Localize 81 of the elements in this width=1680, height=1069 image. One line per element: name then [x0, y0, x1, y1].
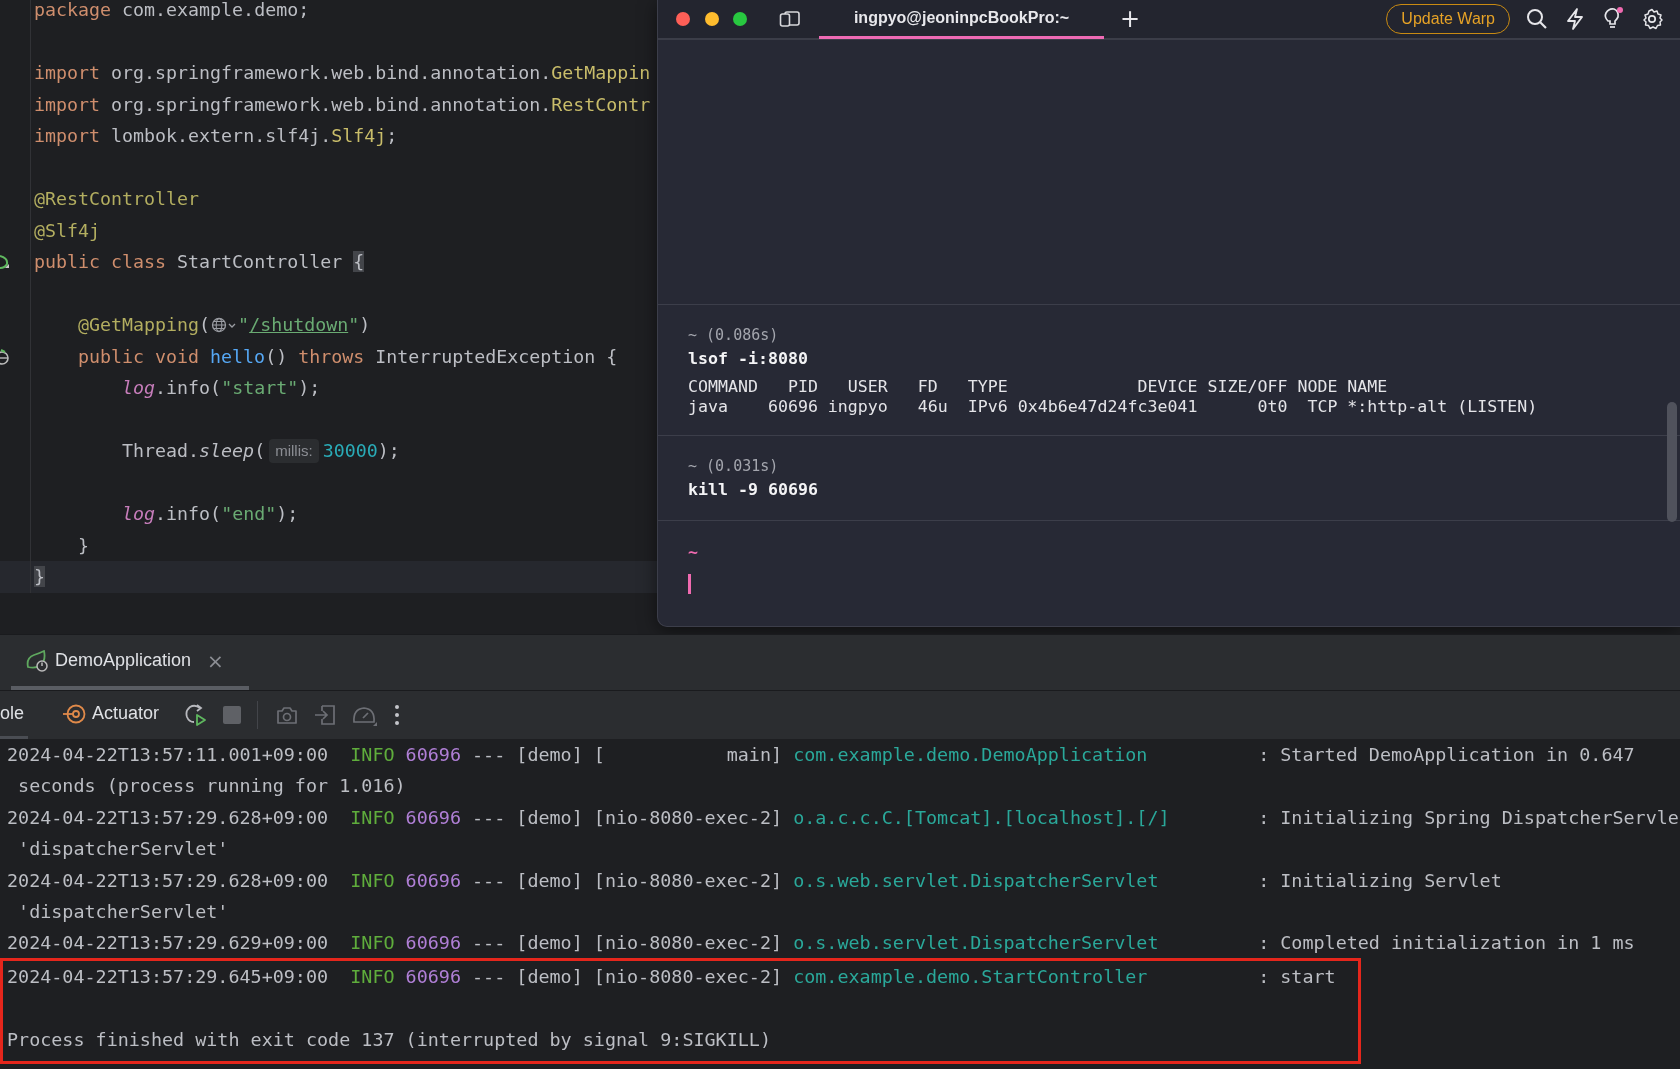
code-text: package com.example.demo; [34, 0, 310, 22]
exit-message: Process finished with exit code 137 (interrupted by signal 9:SIGKILL) [7, 1028, 771, 1050]
maximize-button[interactable] [733, 12, 747, 26]
code-text: @GetMapping( [78, 313, 211, 337]
text-cursor [688, 574, 691, 594]
log-text: 'dispatcherServlet' [18, 838, 229, 860]
log-timestamp: 2024-04-22T13:57:11.001+09:00 [7, 744, 329, 765]
new-tab-button[interactable]: + [1116, 5, 1145, 33]
close-button[interactable]: × [207, 648, 224, 673]
process-id: 60696 [405, 744, 461, 765]
code-text: 30000); [322, 439, 400, 463]
command-text: kill -9 60696 [688, 479, 819, 501]
log-message: : Initializing Spring DispatcherServle [1258, 806, 1679, 828]
logger-name[interactable]: o.s.web.servlet.DispatcherServlet [793, 932, 1159, 954]
log-level: INFO [350, 744, 395, 765]
logger-name[interactable]: o.s.web.servlet.DispatcherServlet [793, 869, 1159, 891]
globe-icon[interactable] [0, 347, 9, 366]
log-level: INFO [350, 869, 395, 891]
process-id: 60696 [405, 932, 461, 954]
spring-run-icon [25, 649, 49, 672]
more-icon[interactable] [394, 704, 401, 726]
log-text: seconds (process running for 1.016) [18, 775, 406, 797]
code-text: import org.springframework.web.bind.annotation.GetMappin [34, 61, 651, 85]
terminal-tab[interactable]: ingpyo@jeoninpcBookPro:~ [819, 0, 1104, 39]
search-icon[interactable] [1526, 8, 1548, 30]
panels-icon[interactable] [779, 10, 801, 28]
process-id: 60696 [405, 869, 461, 891]
log-text: 'dispatcherServlet' [18, 900, 229, 922]
command-duration: ~ (0.031s) [688, 456, 780, 477]
code-text: } [78, 533, 90, 558]
close-button[interactable] [676, 12, 690, 26]
code-text: "/shutdown") [238, 313, 371, 337]
code-text: import lombok.extern.slf4j.Slf4j; [34, 124, 398, 148]
logger-name[interactable]: o.a.c.c.C.[Tomcat].[localhost].[/] [793, 806, 1170, 828]
prompt-symbol: ~ [688, 542, 698, 564]
log-timestamp: 2024-04-22T13:57:29.629+09:00 [7, 932, 329, 954]
log-timestamp: 2024-04-22T13:57:29.628+09:00 [7, 869, 329, 891]
code-text: public void hello() throws InterruptedException { [78, 344, 618, 369]
log-thread: --- [demo] [nio-8080-exec-2] [472, 965, 783, 987]
globe-menu-icon[interactable] [211, 315, 238, 334]
command-text: lsof -i:8080 [688, 348, 809, 370]
log-thread: --- [demo] [nio-8080-exec-2] [472, 869, 783, 891]
code-text: @RestController [34, 187, 200, 211]
process-id: 60696 [405, 806, 461, 828]
inlay-hint: millis: [269, 438, 319, 463]
log-timestamp: 2024-04-22T13:57:29.628+09:00 [7, 806, 329, 828]
rerun-icon[interactable] [183, 703, 208, 727]
command-duration: ~ (0.086s) [688, 325, 780, 346]
code-text: log.info("start"); [122, 376, 321, 400]
lightning-icon[interactable] [1565, 8, 1585, 30]
lightbulb-icon[interactable] [1602, 7, 1624, 31]
settings-icon[interactable] [1641, 8, 1663, 30]
log-level: INFO [350, 806, 395, 828]
log-message: : Completed initialization in 1 ms [1258, 932, 1635, 954]
log-thread: --- [demo] [ main] [472, 744, 783, 765]
minimize-button[interactable] [704, 12, 719, 26]
log-thread: --- [demo] [nio-8080-exec-2] [472, 806, 783, 828]
gauge-icon[interactable] [352, 704, 379, 726]
code-text: public class StartController { [34, 250, 365, 274]
process-id: 60696 [405, 965, 461, 987]
code-text: log.info("end"); [122, 502, 299, 526]
log-level: INFO [350, 965, 395, 987]
camera-icon[interactable] [276, 705, 299, 725]
command-output: java 60696 ingpyo 46u IPv6 0x4b6e47d24fc3e041 0t0 TCP *:http-alt (LISTEN) [688, 397, 1539, 417]
code-text: } [34, 565, 45, 589]
sign-in-icon[interactable] [314, 704, 337, 726]
tool-tab[interactable]: Actuator [54, 691, 168, 739]
logger-name[interactable]: com.example.demo.DemoApplication [793, 744, 1148, 765]
log-message: : start [1258, 965, 1336, 987]
code-text: Thread.sleep( [122, 439, 266, 463]
bean-icon[interactable] [0, 253, 9, 271]
log-thread: --- [demo] [nio-8080-exec-2] [472, 932, 783, 954]
log-message: : Started DemoApplication in 0.647 [1258, 744, 1635, 765]
log-level: INFO [350, 932, 395, 954]
command-output: COMMAND PID USER FD TYPE DEVICE SIZE/OFF NODE NAME [688, 377, 1389, 397]
code-text: import org.springframework.web.bind.annotation.RestContr [34, 92, 651, 117]
log-message: : Initializing Servlet [1258, 869, 1502, 891]
scrollbar[interactable] [1667, 402, 1677, 522]
log-timestamp: 2024-04-22T13:57:29.645+09:00 [7, 965, 329, 987]
logger-name[interactable]: com.example.demo.StartController [793, 965, 1148, 987]
code-text: @Slf4j [34, 218, 101, 243]
